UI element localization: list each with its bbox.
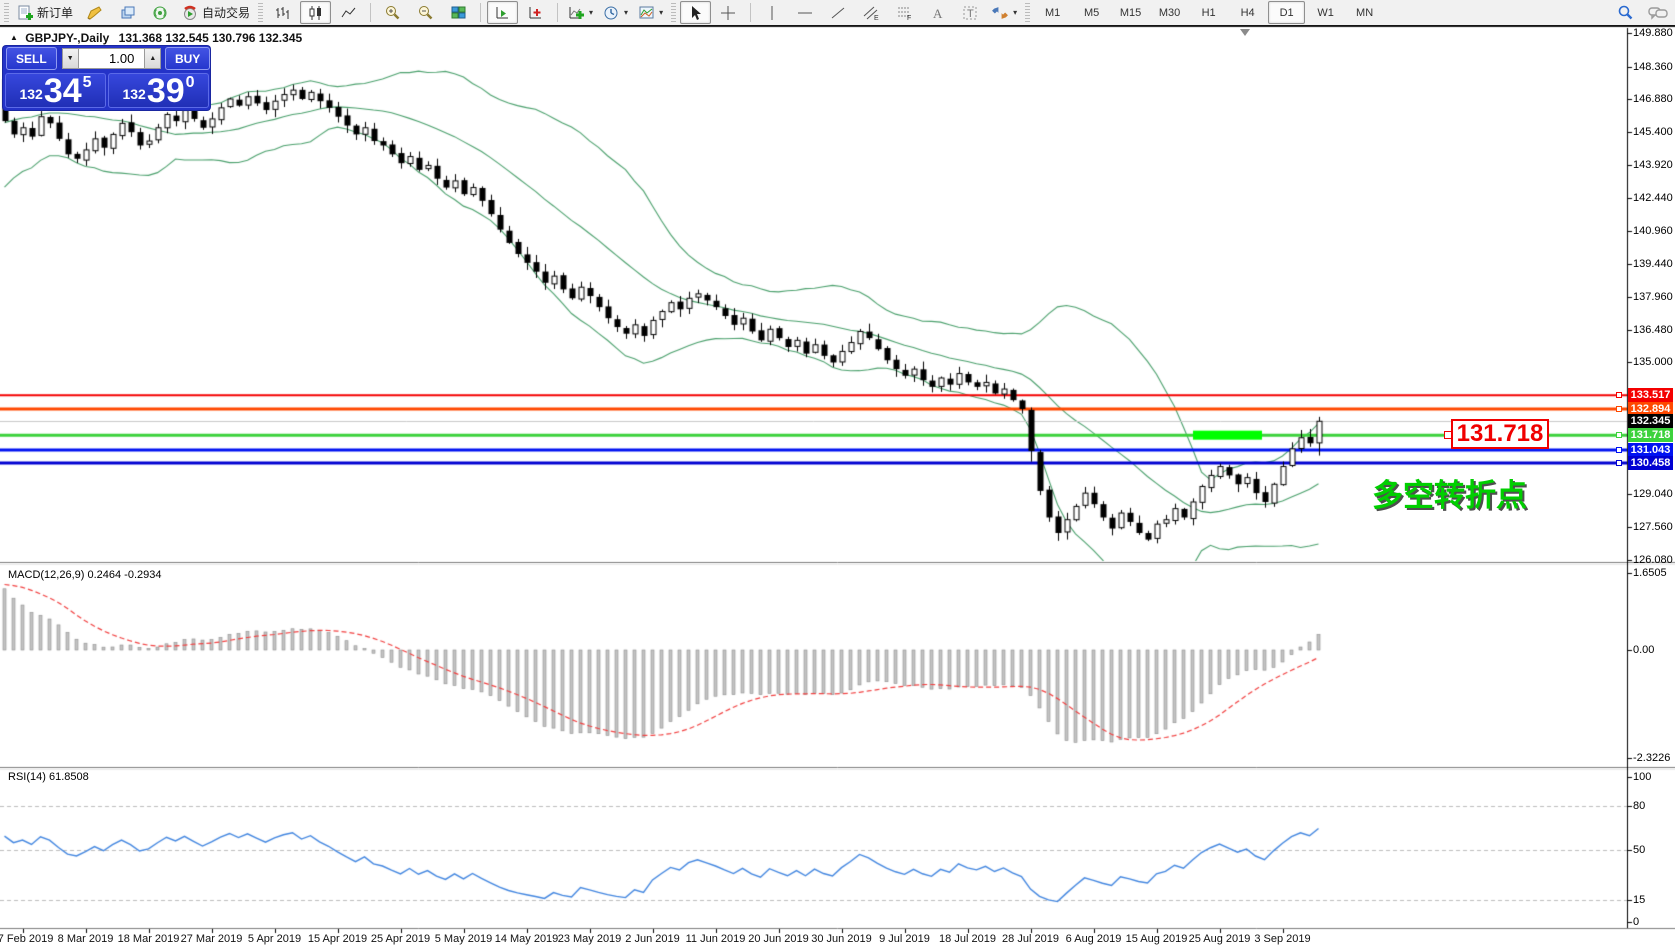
turning-point-annotation[interactable]: 多空转折点: [1372, 470, 1527, 515]
chart-shift-marker-icon[interactable]: [1240, 29, 1250, 36]
date-axis-label: 20 Jun 2019: [748, 933, 809, 945]
price-level-callout[interactable]: 131.718: [1451, 419, 1549, 449]
date-axis-label: 9 Jul 2019: [879, 933, 930, 945]
macd-axis-label: 1.6505: [1633, 567, 1667, 579]
date-axis-label: 3 Sep 2019: [1254, 933, 1310, 945]
buy-button[interactable]: BUY: [165, 47, 210, 70]
date-axis-label: 30 Jun 2019: [811, 933, 872, 945]
rsi-axis-label: 80: [1633, 800, 1645, 812]
price-axis-label: 148.360: [1633, 61, 1673, 73]
price-axis-label: 136.480: [1633, 324, 1673, 336]
line-end-square: [1616, 406, 1622, 412]
collapse-triangle-icon[interactable]: ▲: [10, 33, 18, 42]
date-axis-label: 25 Aug 2019: [1189, 933, 1251, 945]
sell-price-small: 132: [19, 86, 42, 102]
callout-anchor-square: [1444, 431, 1452, 439]
macd-axis-label: 0.00: [1633, 644, 1654, 656]
lot-increase-button[interactable]: ▲: [144, 48, 161, 69]
price-axis-label: 137.960: [1633, 291, 1673, 303]
price-line-tag: 131.718: [1628, 428, 1673, 442]
price-axis-label: 127.560: [1633, 521, 1673, 533]
price-axis-label: 145.400: [1633, 126, 1673, 138]
current-price-tag: 132.345: [1628, 414, 1673, 428]
price-axis-label: 142.440: [1633, 192, 1673, 204]
line-end-square: [1616, 392, 1622, 398]
line-end-square: [1616, 432, 1622, 438]
buy-price-button[interactable]: 132 39 0: [108, 73, 209, 108]
ohlc-values: 131.368 132.545 130.796 132.345: [119, 31, 303, 45]
sell-price-big: 34: [44, 77, 82, 105]
one-click-trading-panel: SELL ▼ 1.00 ▲ BUY 132 34 5 132 39 0: [3, 46, 210, 110]
date-axis-label: 23 May 2019: [558, 933, 622, 945]
symbol-period-label: GBPJPY-,Daily: [25, 31, 109, 45]
price-line-tag: 133.517: [1628, 388, 1673, 402]
rsi-axis-label: 50: [1633, 844, 1645, 856]
date-axis-label: 14 May 2019: [495, 933, 559, 945]
price-axis-label: 135.000: [1633, 356, 1673, 368]
line-end-square: [1616, 460, 1622, 466]
buy-price-sup: 0: [186, 74, 195, 92]
date-axis-label: 2 Jun 2019: [625, 933, 679, 945]
date-axis-label: 28 Jul 2019: [1002, 933, 1059, 945]
chart-title: ▲ GBPJPY-,Daily 131.368 132.545 130.796 …: [10, 31, 302, 45]
date-axis-label: 15 Apr 2019: [308, 933, 367, 945]
rsi-axis-label: 15: [1633, 894, 1645, 906]
macd-indicator-label: MACD(12,26,9) 0.2464 -0.2934: [8, 569, 161, 581]
lot-size-input[interactable]: 1.00: [79, 48, 145, 69]
rsi-indicator-label: RSI(14) 61.8508: [8, 771, 89, 783]
price-axis-label: 139.440: [1633, 258, 1673, 270]
macd-axis-label: -2.3226: [1633, 752, 1670, 764]
price-axis-label: 146.880: [1633, 93, 1673, 105]
rsi-axis-label: 0: [1633, 916, 1639, 928]
buy-price-big: 39: [147, 77, 185, 105]
sell-price-button[interactable]: 132 34 5: [5, 73, 106, 108]
lot-decrease-button[interactable]: ▼: [62, 48, 79, 69]
buy-price-small: 132: [122, 86, 145, 102]
date-axis-label: 18 Mar 2019: [118, 933, 180, 945]
date-axis-label: 15 Aug 2019: [1126, 933, 1188, 945]
date-axis-label: 5 May 2019: [435, 933, 492, 945]
price-axis-label: 140.960: [1633, 225, 1673, 237]
price-line-tag: 130.458: [1628, 456, 1673, 470]
price-axis-label: 143.920: [1633, 159, 1673, 171]
date-axis-label: 6 Aug 2019: [1066, 933, 1122, 945]
date-axis-label: 25 Apr 2019: [371, 933, 430, 945]
sell-button[interactable]: SELL: [6, 47, 57, 70]
price-axis-label: 126.080: [1633, 554, 1673, 566]
sell-price-sup: 5: [83, 74, 92, 92]
price-axis-label: 129.040: [1633, 488, 1673, 500]
date-axis-label: 11 Jun 2019: [686, 933, 746, 945]
price-axis-label: 149.880: [1633, 27, 1673, 39]
date-axis-label: 27 Feb 2019: [0, 933, 53, 945]
date-axis-label: 5 Apr 2019: [248, 933, 301, 945]
date-axis-label: 27 Mar 2019: [181, 933, 243, 945]
mt4-terminal-window: 新订单 自动交易: [0, 0, 1675, 949]
rsi-axis-label: 100: [1633, 771, 1651, 783]
line-end-square: [1616, 447, 1622, 453]
date-axis-label: 18 Jul 2019: [939, 933, 996, 945]
price-line-tag: 131.043: [1628, 443, 1673, 457]
date-axis-label: 8 Mar 2019: [58, 933, 114, 945]
